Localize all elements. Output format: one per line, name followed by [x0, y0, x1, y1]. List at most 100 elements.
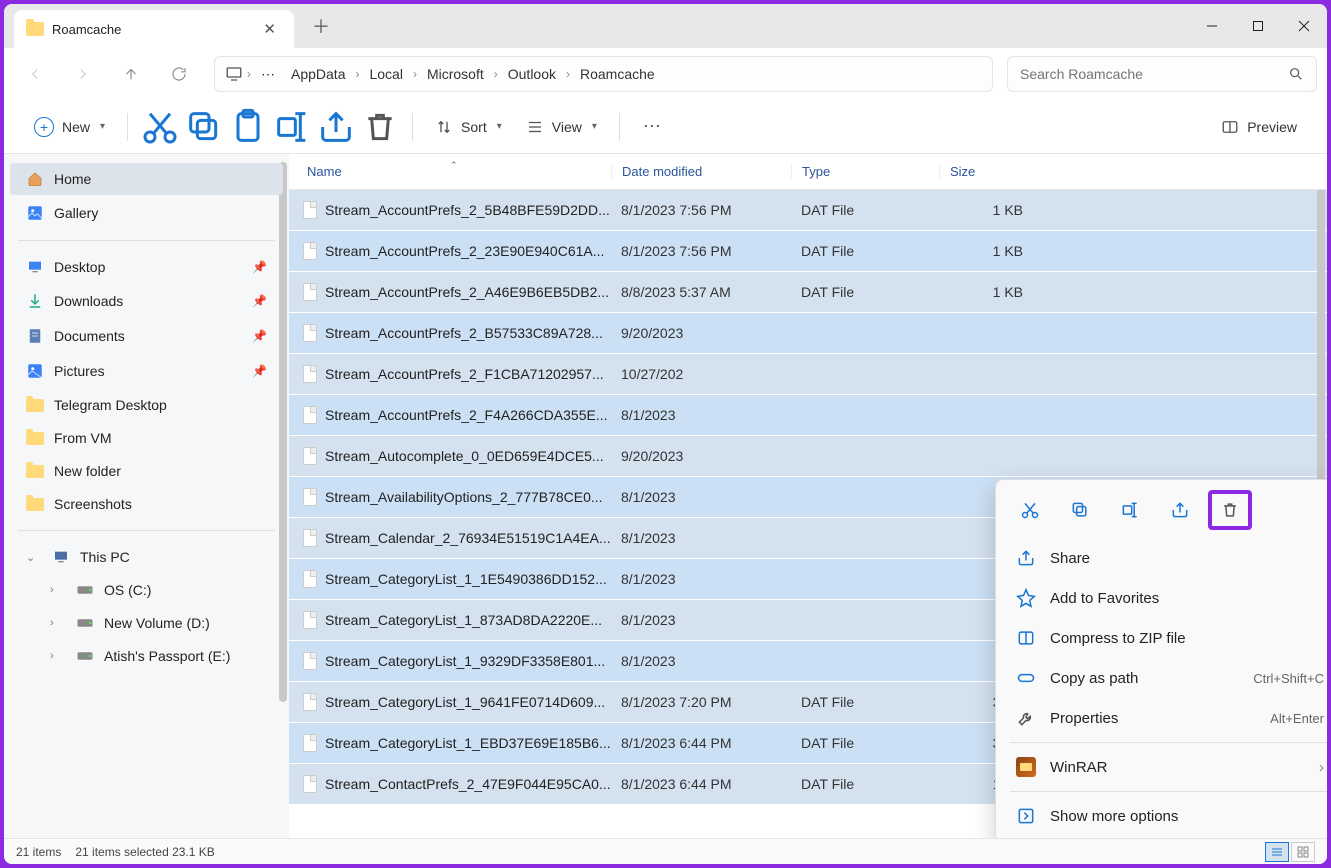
search-input[interactable]: [1020, 66, 1288, 82]
sidebar-item-drive[interactable]: › OS (C:): [10, 574, 283, 606]
breadcrumb-roamcache[interactable]: Roamcache: [574, 62, 661, 86]
file-date: 8/1/2023 7:56 PM: [611, 202, 791, 218]
ctx-item-compress-to-zip-file[interactable]: Compress to ZIP file: [1002, 618, 1327, 658]
cut-button[interactable]: [140, 109, 180, 145]
chevron-right-icon[interactable]: ›: [50, 617, 66, 629]
drive-label: OS (C:): [104, 582, 151, 598]
folder-icon: [26, 22, 44, 36]
details-view-button[interactable]: [1265, 842, 1289, 862]
breadcrumb-appdata[interactable]: AppData: [285, 62, 351, 86]
drive-icon: [76, 650, 94, 662]
paste-button[interactable]: [228, 109, 268, 145]
sidebar-item-pictures[interactable]: Pictures📌: [10, 354, 283, 388]
file-name: Stream_Autocomplete_0_0ED659E4DCE5...: [325, 448, 604, 464]
file-row[interactable]: Stream_AccountPrefs_2_A46E9B6EB5DB2...8/…: [289, 272, 1327, 313]
sort-button[interactable]: Sort ▾: [425, 112, 512, 142]
tab-roamcache[interactable]: Roamcache ✕: [14, 10, 294, 48]
ctx-item-label: Copy as path: [1050, 670, 1138, 687]
chevron-right-icon[interactable]: ›: [247, 67, 251, 81]
sidebar-item-gallery[interactable]: Gallery: [10, 196, 283, 230]
file-type: DAT File: [791, 776, 939, 792]
file-icon: [303, 611, 317, 629]
forward-button[interactable]: [62, 56, 104, 92]
chevron-right-icon[interactable]: ›: [494, 67, 498, 81]
icons-view-button[interactable]: [1291, 842, 1315, 862]
column-header-type[interactable]: Type: [791, 164, 939, 179]
sidebar-item-drive[interactable]: ›New Volume (D:): [10, 607, 283, 639]
sidebar-item-thispc[interactable]: ⌄ This PC: [10, 541, 283, 573]
context-menu: Share Add to Favorites Compress to ZIP fil…: [995, 479, 1327, 838]
ctx-item-winrar[interactable]: WinRAR›: [1002, 747, 1327, 787]
ctx-item-copy-as-path[interactable]: Copy as pathCtrl+Shift+C: [1002, 658, 1327, 698]
file-row[interactable]: Stream_AccountPrefs_2_5B48BFE59D2DD...8/…: [289, 190, 1327, 231]
file-type: DAT File: [791, 243, 939, 259]
path-icon: [1016, 668, 1036, 688]
file-type: DAT File: [791, 735, 939, 751]
file-row[interactable]: Stream_AccountPrefs_2_B57533C89A728...9/…: [289, 313, 1327, 354]
chevron-right-icon[interactable]: ›: [355, 67, 359, 81]
preview-label: Preview: [1247, 119, 1297, 135]
ctx-item-properties[interactable]: PropertiesAlt+Enter: [1002, 698, 1327, 738]
ctx-item-show-more-options[interactable]: Show more options: [1002, 796, 1327, 836]
preview-icon: [1221, 118, 1239, 136]
file-date: 8/8/2023 5:37 AM: [611, 284, 791, 300]
rename-button[interactable]: [272, 109, 312, 145]
sidebar-item-telegram-desktop[interactable]: Telegram Desktop: [10, 389, 283, 421]
file-row[interactable]: Stream_Autocomplete_0_0ED659E4DCE5...9/2…: [289, 436, 1327, 477]
sidebar-item-desktop[interactable]: Desktop📌: [10, 251, 283, 283]
more-button[interactable]: ⋯: [632, 109, 672, 145]
view-button[interactable]: View ▾: [516, 112, 607, 142]
sidebar-item-from-vm[interactable]: From VM: [10, 422, 283, 454]
chevron-right-icon[interactable]: ›: [413, 67, 417, 81]
search-box[interactable]: [1007, 56, 1317, 92]
chevron-down-icon[interactable]: ⌄: [26, 551, 42, 564]
sidebar-item-documents[interactable]: Documents📌: [10, 319, 283, 353]
file-name: Stream_CategoryList_1_EBD37E69E185B6...: [325, 735, 611, 751]
ctx-delete-button[interactable]: [1208, 490, 1252, 530]
column-header-size[interactable]: Size: [939, 164, 1037, 179]
preview-button[interactable]: Preview: [1211, 112, 1307, 142]
ctx-copy-button[interactable]: [1058, 490, 1102, 530]
breadcrumb-ellipsis[interactable]: ⋯: [255, 62, 281, 87]
thispc-label: This PC: [80, 549, 130, 565]
ctx-cut-button[interactable]: [1008, 490, 1052, 530]
minimize-button[interactable]: [1189, 4, 1235, 48]
breadcrumb-microsoft[interactable]: Microsoft: [421, 62, 490, 86]
address-bar[interactable]: › ⋯ AppData › Local › Microsoft › Outloo…: [214, 56, 993, 92]
breadcrumb-outlook[interactable]: Outlook: [502, 62, 562, 86]
sidebar-item-new-folder[interactable]: New folder: [10, 455, 283, 487]
back-button[interactable]: [14, 56, 56, 92]
ctx-rename-button[interactable]: [1108, 490, 1152, 530]
ctx-item-add-to-favorites[interactable]: Add to Favorites: [1002, 578, 1327, 618]
ctx-item-label: Add to Favorites: [1050, 590, 1159, 607]
new-button[interactable]: + New ▾: [24, 111, 115, 143]
maximize-button[interactable]: [1235, 4, 1281, 48]
sidebar-item-home[interactable]: Home: [10, 163, 283, 195]
new-label: New: [62, 119, 90, 135]
new-tab-button[interactable]: ＋: [312, 13, 330, 39]
up-button[interactable]: [110, 56, 152, 92]
share-button[interactable]: [316, 109, 356, 145]
breadcrumb-local[interactable]: Local: [363, 62, 408, 86]
column-header-name[interactable]: Name⌃: [289, 164, 611, 179]
file-row[interactable]: Stream_AccountPrefs_2_23E90E940C61A...8/…: [289, 231, 1327, 272]
file-row[interactable]: Stream_AccountPrefs_2_F1CBA71202957...10…: [289, 354, 1327, 395]
sidebar-item-drive[interactable]: ›Atish's Passport (E:): [10, 640, 283, 672]
sidebar-item-screenshots[interactable]: Screenshots: [10, 488, 283, 520]
copy-button[interactable]: [184, 109, 224, 145]
close-button[interactable]: [1281, 4, 1327, 48]
sidebar-item-downloads[interactable]: Downloads📌: [10, 284, 283, 318]
sort-indicator-icon: ⌃: [450, 160, 458, 171]
chevron-right-icon[interactable]: ›: [50, 584, 66, 596]
close-tab-button[interactable]: ✕: [257, 18, 282, 40]
chevron-right-icon[interactable]: ›: [566, 67, 570, 81]
chevron-right-icon[interactable]: ›: [50, 650, 66, 662]
ctx-share-button[interactable]: [1158, 490, 1202, 530]
ctx-item-share[interactable]: Share: [1002, 538, 1327, 578]
file-row[interactable]: Stream_AccountPrefs_2_F4A266CDA355E...8/…: [289, 395, 1327, 436]
file-icon: [303, 324, 317, 342]
ctx-item-label: Compress to ZIP file: [1050, 630, 1186, 647]
refresh-button[interactable]: [158, 56, 200, 92]
delete-button[interactable]: [360, 109, 400, 145]
column-header-date[interactable]: Date modified: [611, 164, 791, 179]
